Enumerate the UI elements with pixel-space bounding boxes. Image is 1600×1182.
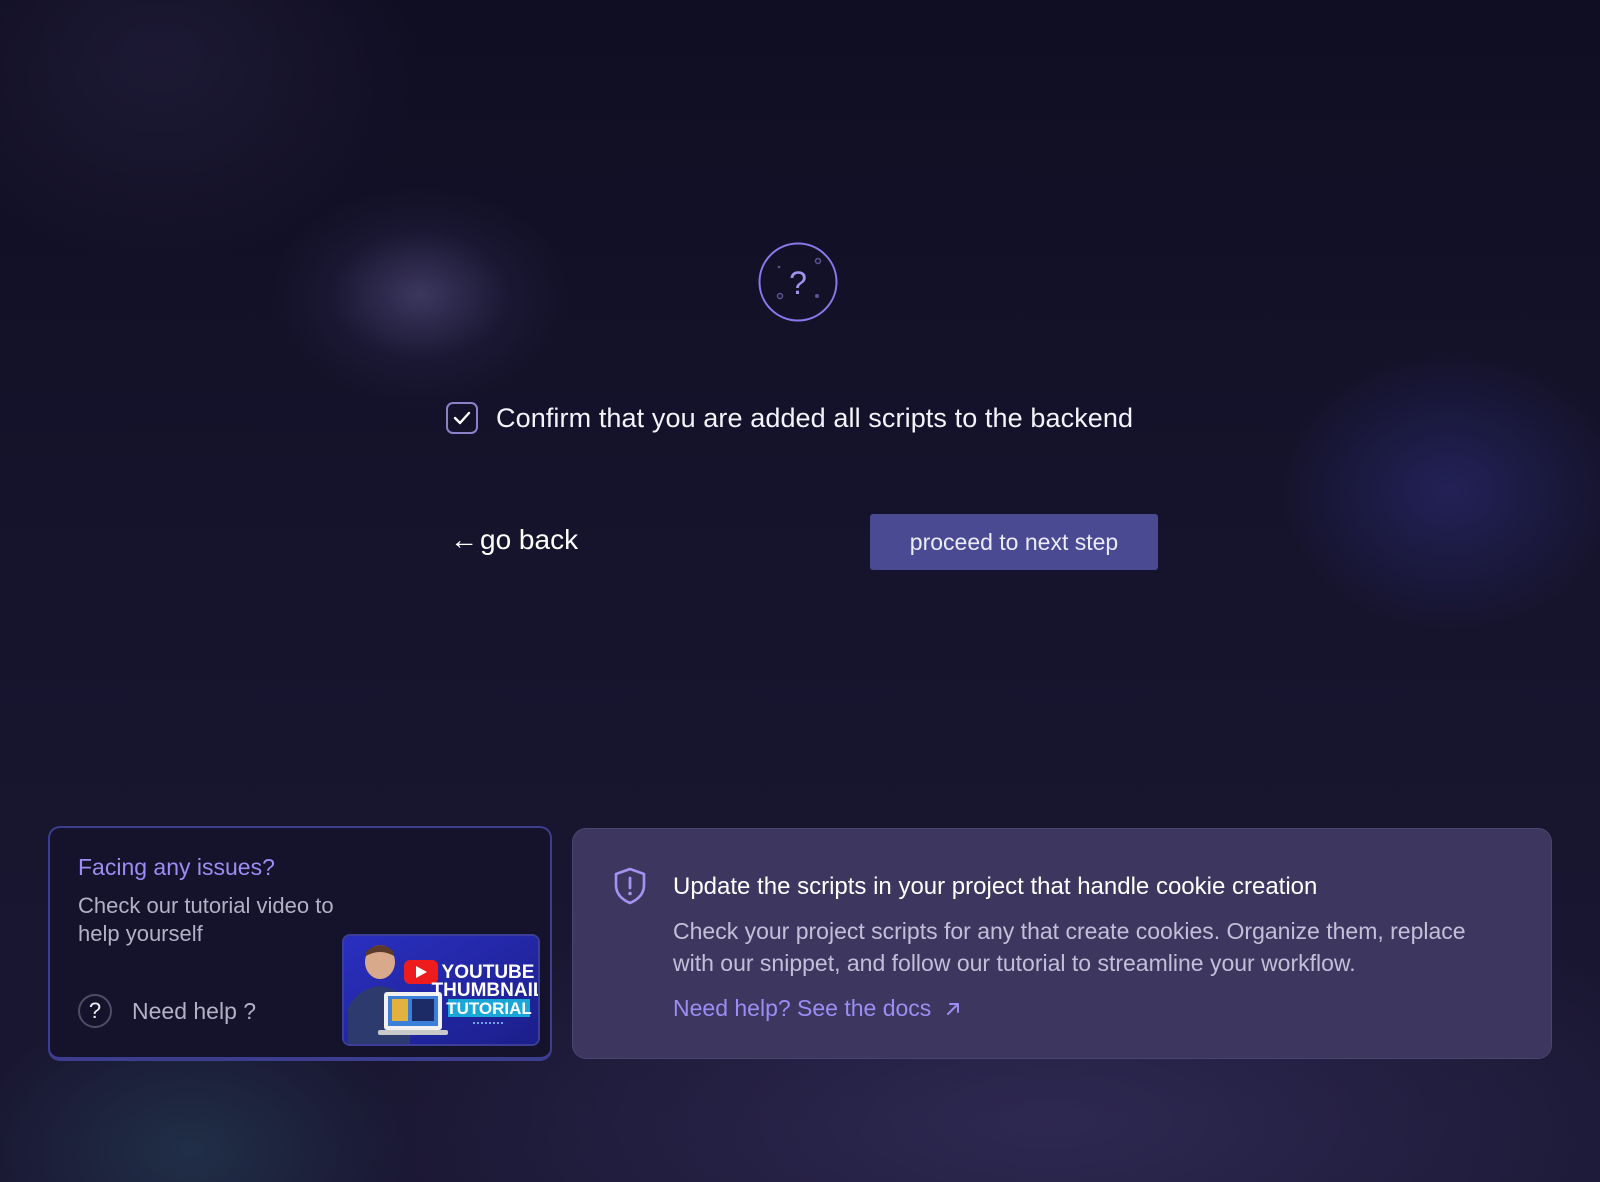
need-help-label: Need help ? bbox=[132, 997, 257, 1024]
svg-text:?: ? bbox=[789, 265, 807, 301]
arrow-left-icon: ← bbox=[450, 524, 478, 555]
thumbnail-text-tutorial: TUTORIAL bbox=[446, 999, 532, 1018]
see-docs-link[interactable]: Need help? See the docs bbox=[673, 995, 961, 1022]
help-card-title: Facing any issues? bbox=[78, 854, 275, 880]
check-icon bbox=[453, 411, 471, 425]
question-icon: ? bbox=[78, 994, 112, 1028]
tutorial-video-thumbnail[interactable]: YOUTUBE THUMBNAIL TUTORIAL bbox=[342, 934, 540, 1046]
need-help-link[interactable]: ? Need help ? bbox=[78, 994, 256, 1028]
help-card-subtitle: Check our tutorial video to help yoursel… bbox=[78, 893, 334, 946]
go-back-label: go back bbox=[480, 524, 579, 555]
confirm-label: Confirm that you are added all scripts t… bbox=[496, 402, 1134, 433]
info-card-title: Update the scripts in your project that … bbox=[673, 873, 1318, 900]
arrow-up-right-icon bbox=[947, 1002, 960, 1015]
info-card-body: Check your project scripts for any that … bbox=[673, 918, 1466, 976]
see-docs-label: Need help? See the docs bbox=[673, 995, 932, 1021]
page-content: ? Confirm that you are added all scripts… bbox=[0, 0, 1600, 1182]
help-circle-icon: ? bbox=[758, 242, 838, 322]
checkbox-box[interactable] bbox=[446, 402, 478, 434]
proceed-next-step-button[interactable]: proceed to next step bbox=[870, 514, 1158, 570]
shield-alert-icon bbox=[613, 867, 647, 905]
confirm-scripts-checkbox[interactable]: Confirm that you are added all scripts t… bbox=[446, 402, 1133, 434]
help-card: Facing any issues? Check our tutorial vi… bbox=[48, 826, 552, 1061]
go-back-link[interactable]: ← go back bbox=[450, 524, 578, 556]
thumbnail-text-thumbnail: THUMBNAIL bbox=[432, 980, 538, 1001]
update-scripts-info-card: Update the scripts in your project that … bbox=[572, 828, 1552, 1059]
